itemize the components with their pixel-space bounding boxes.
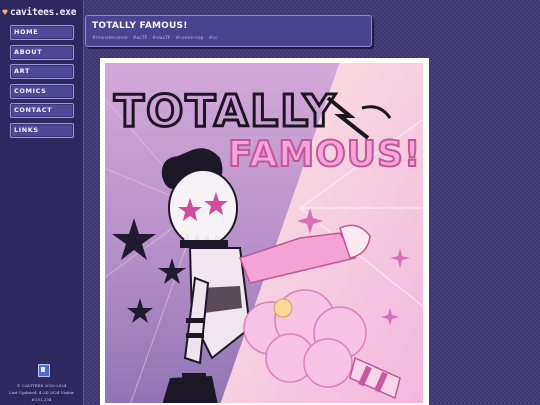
post-tag[interactable]: #comm-cop	[175, 36, 203, 41]
post-tag[interactable]: #cc	[208, 36, 217, 41]
post-tag[interactable]: #ocTF	[133, 36, 148, 41]
post-tag[interactable]: #slasTF	[152, 36, 170, 41]
post-title: TOTALLY FAMOUS!	[92, 21, 188, 31]
artwork-image: TOTALLY FAMOUS!	[100, 58, 429, 405]
logo-text: cavitees.exe	[10, 6, 77, 18]
footer-updated: Last Updated: 4-24-2024 Visitor #151,334	[8, 390, 75, 402]
footer-copyright: © CAVITEES 2016-2024	[16, 383, 67, 388]
site-logo[interactable]: cavitees.exe	[2, 5, 82, 19]
nav-comics-button[interactable]: COMICS	[10, 83, 74, 99]
nav-art-button[interactable]: ART	[10, 64, 74, 79]
nav-contact-button[interactable]: CONTACT	[10, 103, 74, 118]
nav-links-button[interactable]: LINKS	[10, 122, 74, 138]
web-badge-icon[interactable]	[38, 364, 50, 377]
artwork-title-totally: TOTALLY	[114, 86, 337, 137]
post-header: TOTALLY FAMOUS! #monsterverse #ocTF #sla…	[85, 15, 372, 47]
nav-about-button[interactable]: ABOUT	[10, 44, 74, 60]
main-nav: HOME ABOUT ART COMICS CONTACT LINKS	[10, 25, 74, 142]
post-tag[interactable]: #monsterverse	[92, 36, 128, 41]
sidebar: cavitees.exe HOME ABOUT ART COMICS CONTA…	[0, 0, 84, 405]
heart-icon	[2, 8, 8, 16]
artwork-illustration: TOTALLY FAMOUS!	[102, 60, 426, 405]
post-tags: #monsterverse #ocTF #slasTF #comm-cop #c…	[92, 36, 217, 41]
footer: © CAVITEES 2016-2024 Last Updated: 4-24-…	[0, 382, 83, 403]
artwork-title-famous: FAMOUS!	[228, 134, 421, 175]
nav-home-button[interactable]: HOME	[10, 25, 74, 40]
